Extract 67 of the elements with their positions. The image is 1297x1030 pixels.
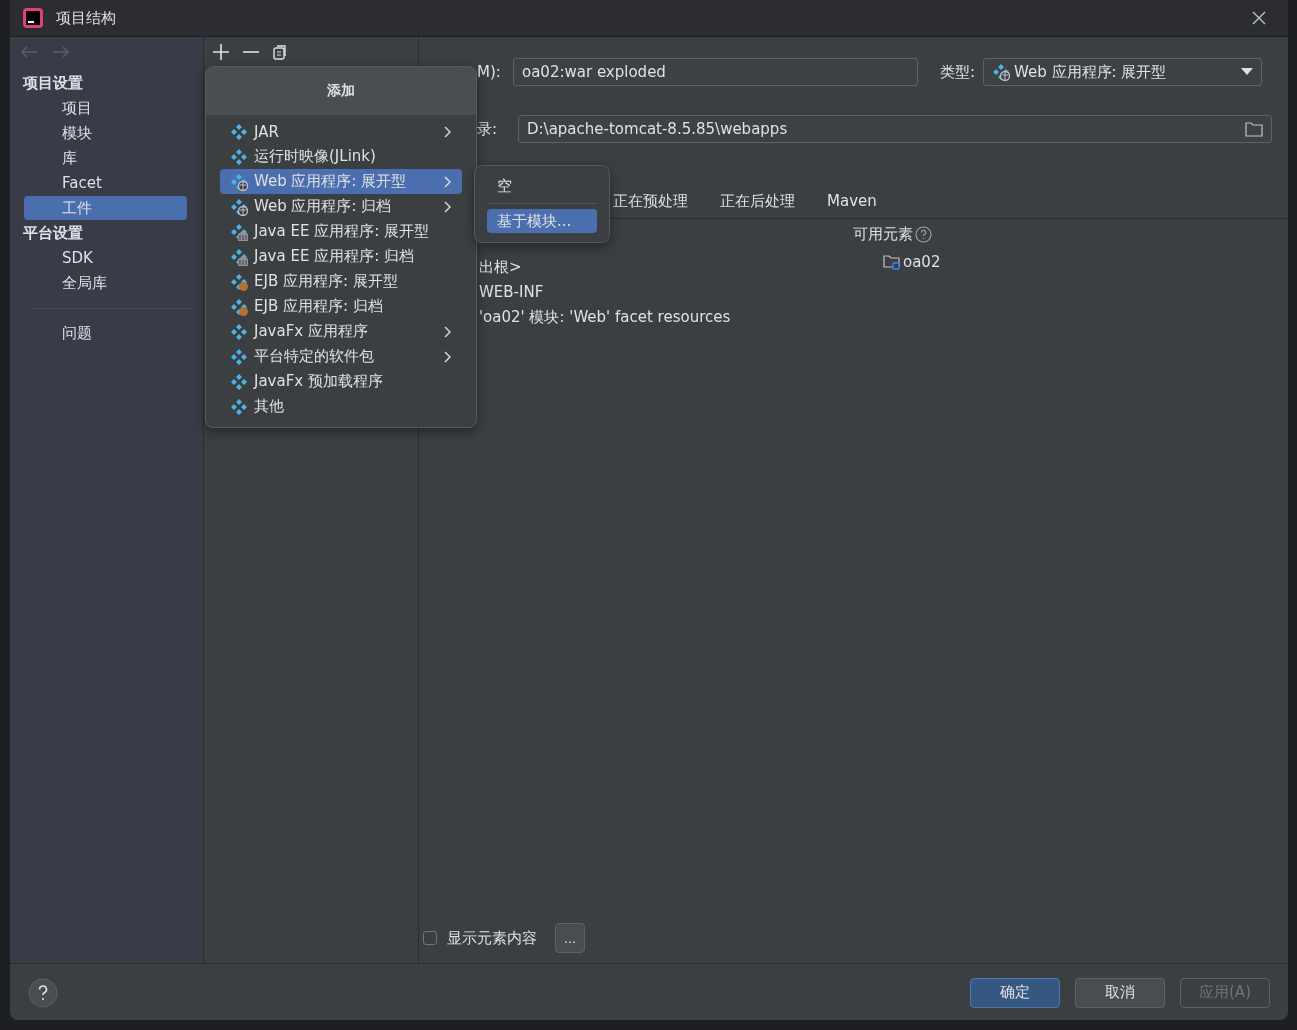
menu-item[interactable]: JAR bbox=[220, 119, 462, 144]
artifact-icon bbox=[992, 63, 1011, 81]
dialog-button[interactable]: 取消 bbox=[1075, 977, 1165, 1008]
output-directory-label: 录: bbox=[477, 119, 499, 139]
section-heading: 平台设置 bbox=[22, 223, 84, 244]
artifact-icon bbox=[230, 122, 248, 141]
tab[interactable]: 正在后处理 bbox=[720, 192, 795, 218]
dialog-button[interactable]: 确定 bbox=[970, 977, 1060, 1008]
layout-item[interactable]: WEB-INF bbox=[479, 280, 544, 305]
tab[interactable]: 正在预处理 bbox=[613, 192, 688, 218]
checkbox[interactable] bbox=[423, 931, 437, 945]
menu-item[interactable]: EJB 应用程序: 展开型 bbox=[220, 269, 462, 294]
section-heading: 项目设置 bbox=[22, 73, 84, 94]
artifact-icon bbox=[230, 372, 248, 391]
copy-icon[interactable] bbox=[271, 44, 288, 60]
menu-item[interactable]: Java EE 应用程序: 展开型 bbox=[220, 219, 462, 244]
menu-item[interactable]: EJB 应用程序: 归档 bbox=[220, 294, 462, 319]
add-icon[interactable] bbox=[211, 43, 230, 61]
menu-item[interactable]: Java EE 应用程序: 归档 bbox=[220, 244, 462, 269]
menu-title: 添加 bbox=[206, 67, 476, 115]
artifact-icon bbox=[230, 172, 248, 191]
caret-icon bbox=[1241, 68, 1254, 76]
menu-item[interactable]: Web 应用程序: 展开型 bbox=[220, 169, 462, 194]
artifact-icon bbox=[230, 347, 248, 366]
artifact-icon bbox=[230, 222, 248, 241]
menu-item[interactable]: 平台特定的软件包 bbox=[220, 344, 462, 369]
more-button[interactable]: ... bbox=[555, 923, 585, 953]
sidebar-item[interactable]: 问题 bbox=[24, 321, 187, 345]
artifact-icon bbox=[230, 272, 248, 291]
sidebar-item[interactable]: 项目 bbox=[24, 96, 187, 120]
name-field[interactable]: oa02:war exploded bbox=[513, 58, 918, 86]
layout-item[interactable]: 出根> bbox=[479, 255, 522, 280]
artifact-icon bbox=[230, 322, 248, 341]
tab[interactable]: Maven bbox=[827, 192, 877, 218]
sidebar-item[interactable]: 模块 bbox=[24, 121, 187, 145]
folder-icon[interactable] bbox=[1245, 121, 1263, 137]
folder-icon bbox=[883, 254, 901, 270]
help-icon[interactable] bbox=[915, 225, 932, 243]
artifact-icon bbox=[230, 147, 248, 166]
menu-item[interactable]: JavaFx 预加载程序 bbox=[220, 369, 462, 394]
artifact-icon bbox=[230, 297, 248, 316]
artifact-icon bbox=[230, 247, 248, 266]
available-elements-label: 可用元素 bbox=[853, 224, 913, 244]
sidebar-item[interactable]: SDK bbox=[24, 246, 187, 270]
artifact-icon bbox=[230, 397, 248, 416]
checkbox-label: 显示元素内容 bbox=[447, 928, 537, 948]
sidebar-item[interactable]: 库 bbox=[24, 146, 187, 170]
menu-item[interactable]: 基于模块... bbox=[487, 209, 597, 233]
menu-item[interactable]: 其他 bbox=[220, 394, 462, 419]
close-icon[interactable] bbox=[1252, 11, 1266, 25]
help-icon[interactable] bbox=[28, 977, 58, 1008]
output-directory-field[interactable]: D:\apache-tomcat-8.5.85\webapps bbox=[518, 115, 1272, 143]
menu-item[interactable]: Web 应用程序: 归档 bbox=[220, 194, 462, 219]
menu-item[interactable]: 运行时映像(JLink) bbox=[220, 144, 462, 169]
app-logo-icon bbox=[22, 7, 44, 29]
sidebar-item[interactable]: 工件 bbox=[24, 196, 187, 220]
menu-item[interactable]: 空 bbox=[487, 174, 597, 198]
type-dropdown[interactable]: Web 应用程序: 展开型 bbox=[983, 58, 1263, 86]
module-item[interactable]: oa02 bbox=[903, 253, 941, 271]
menu-item[interactable]: JavaFx 应用程序 bbox=[220, 319, 462, 344]
window-title: 项目结构 bbox=[56, 8, 116, 28]
layout-item[interactable]: 'oa02' 模块: 'Web' facet resources bbox=[479, 305, 731, 330]
sidebar-item[interactable]: 全局库 bbox=[24, 271, 187, 295]
name-label: M): bbox=[477, 63, 502, 81]
artifact-icon bbox=[230, 197, 248, 216]
sidebar-item[interactable]: Facet bbox=[24, 171, 187, 195]
type-label: 类型: bbox=[940, 62, 976, 82]
